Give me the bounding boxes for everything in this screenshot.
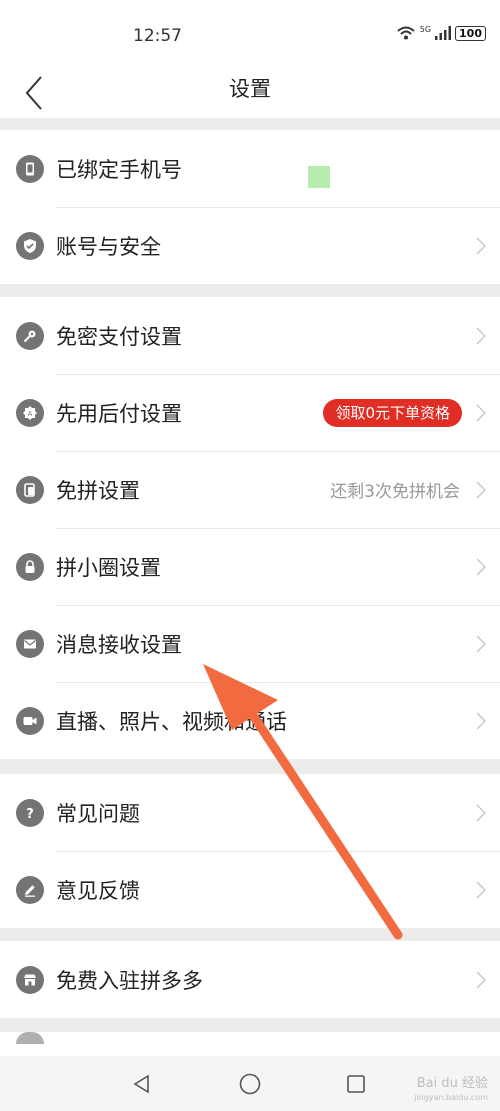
group-account: 已绑定手机号 账号与安全 (0, 130, 500, 284)
system-icons: 5G 100 (396, 25, 486, 41)
settings-item-label: 已绑定手机号 (56, 157, 182, 182)
page-title: 设置 (229, 77, 271, 101)
phone-icon (16, 154, 44, 183)
free-group-remaining: 还剩3次免拼机会 (330, 482, 460, 502)
settings-item-label: 意见反馈 (56, 878, 140, 903)
square-recents-icon (347, 1074, 365, 1093)
group-help: ? 常见问题 意见反馈 (0, 774, 500, 928)
settings-item-label: 消息接收设置 (56, 632, 182, 657)
settings-item-label: 直播、照片、视频和通话 (56, 709, 287, 734)
promo-badge: 领取0元下单资格 (323, 398, 462, 427)
settings-item-free-group[interactable]: 免拼设置 还剩3次免拼机会 (0, 451, 500, 528)
settings-item-live-photo-video-call[interactable]: 直播、照片、视频和通话 (0, 682, 500, 759)
chevron-right-icon (476, 970, 486, 989)
settings-item-label: 先用后付设置 (56, 401, 182, 426)
badge-icon: A (16, 398, 44, 427)
pencil-icon (16, 875, 44, 904)
back-button[interactable] (14, 68, 54, 118)
back-arrow-icon (25, 76, 42, 110)
settings-item-feedback[interactable]: 意见反馈 (0, 851, 500, 928)
settings-item-label: 免拼设置 (56, 478, 140, 503)
green-marker (308, 166, 330, 188)
settings-item-pin-circle[interactable]: 拼小圈设置 (0, 528, 500, 605)
settings-item-faq[interactable]: ? 常见问题 (0, 774, 500, 851)
status-bar: 12:57 5G 100 (0, 0, 500, 68)
cards-icon (16, 475, 44, 504)
chevron-right-icon (476, 403, 486, 422)
nav-back-button[interactable] (112, 1056, 172, 1111)
network-type: 5G (419, 24, 432, 34)
settings-item-pay-later[interactable]: A 先用后付设置 领取0元下单资格 (0, 374, 500, 451)
nav-bar: 设置 (0, 68, 500, 118)
settings-item-label: 常见问题 (56, 801, 140, 826)
nav-home-button[interactable] (220, 1056, 280, 1111)
mail-icon (16, 629, 44, 658)
chevron-right-icon (476, 236, 486, 255)
chevron-right-icon (476, 557, 486, 576)
settings-item-bound-phone[interactable]: 已绑定手机号 (0, 130, 500, 207)
settings-item-password-free-payment[interactable]: 免密支付设置 (0, 297, 500, 374)
settings-item-label: 免费入驻拼多多 (56, 968, 203, 993)
question-icon: ? (16, 798, 44, 827)
settings-item-label: 免密支付设置 (56, 324, 182, 349)
chevron-right-icon (476, 634, 486, 653)
group-payment: 免密支付设置 A 先用后付设置 领取0元下单资格 免拼设置 还剩3次免拼机会 拼… (0, 297, 500, 759)
triangle-back-icon (133, 1074, 149, 1093)
shield-check-icon (16, 231, 44, 260)
settings-item-message-receive[interactable]: 消息接收设置 (0, 605, 500, 682)
settings-item-merchant-join[interactable]: 免费入驻拼多多 (0, 941, 500, 1018)
partial-settings-row (0, 1032, 500, 1056)
chevron-right-icon (476, 480, 486, 499)
key-icon (16, 321, 44, 350)
system-nav-bar: Bai du 经验 jingyan.baidu.com (0, 1056, 500, 1111)
svg-text:A: A (28, 410, 33, 418)
circle-home-icon (239, 1073, 261, 1094)
lock-icon (16, 552, 44, 581)
status-time: 12:57 (133, 26, 182, 46)
nav-recents-button[interactable] (326, 1056, 386, 1111)
watermark: Bai du 经验 jingyan.baidu.com (414, 1077, 488, 1105)
row-icon-partial (16, 1032, 44, 1044)
settings-item-account-security[interactable]: 账号与安全 (0, 207, 500, 284)
wifi-icon (397, 26, 415, 40)
chevron-right-icon (476, 326, 486, 345)
video-icon (16, 706, 44, 735)
settings-item-label: 拼小圈设置 (56, 555, 161, 580)
signal-icon (435, 26, 452, 40)
svg-text:?: ? (26, 807, 34, 821)
store-icon (16, 965, 44, 994)
settings-item-label: 账号与安全 (56, 234, 161, 259)
chevron-right-icon (476, 803, 486, 822)
watermark-brand: Bai du 经验 (416, 1076, 488, 1091)
chevron-right-icon (476, 880, 486, 899)
chevron-right-icon (476, 711, 486, 730)
watermark-url: jingyan.baidu.com (414, 1093, 488, 1102)
group-merchant: 免费入驻拼多多 (0, 941, 500, 1018)
battery-icon: 100 (455, 25, 486, 41)
